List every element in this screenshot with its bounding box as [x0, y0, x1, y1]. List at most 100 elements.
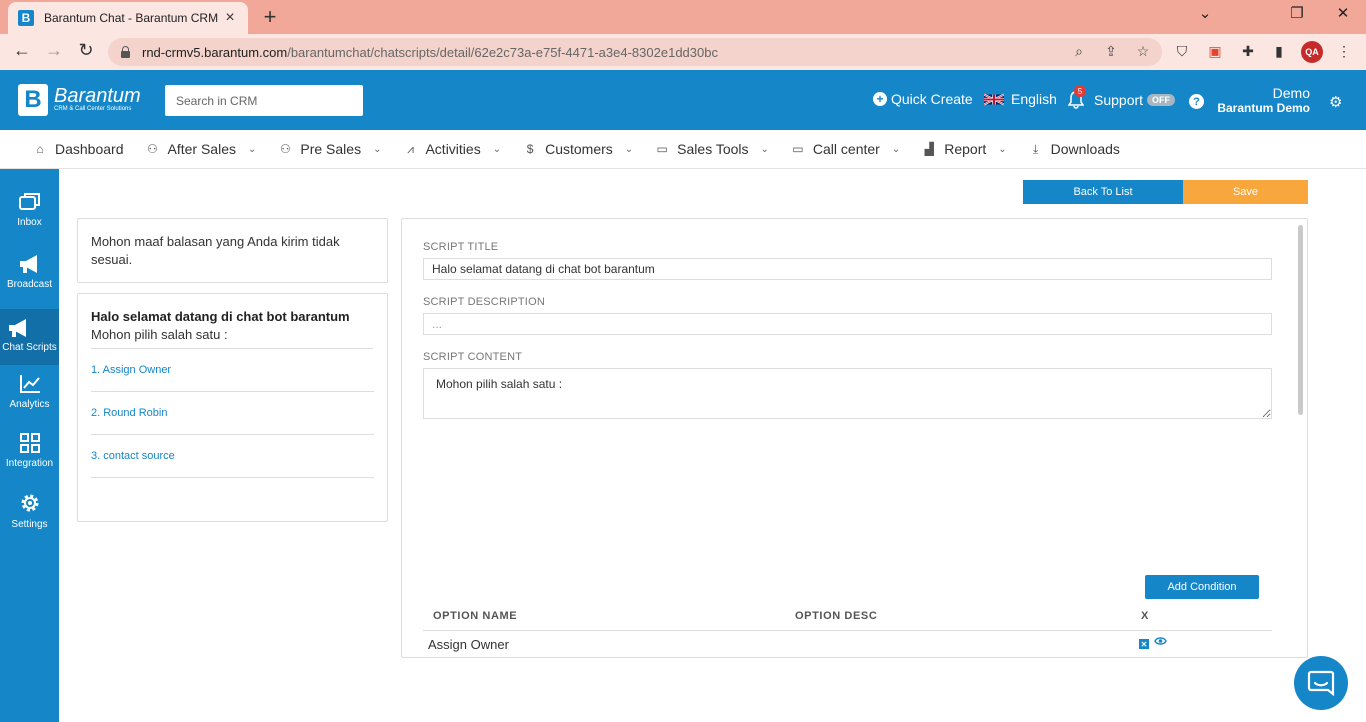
sidebar-item-integration[interactable]: Integration — [0, 432, 59, 480]
menu-customers[interactable]: $ Customers ⌄ — [523, 141, 633, 157]
notification-bell-icon[interactable]: 5 — [1067, 85, 1086, 109]
menu-call-center[interactable]: ▭ Call center ⌄ — [791, 141, 900, 157]
users-icon: ⚇ — [279, 142, 291, 156]
user-menu[interactable]: Demo Barantum Demo — [1217, 85, 1310, 115]
options-table: OPTION NAME OPTION DESC X Assign Owner ✕ — [423, 607, 1272, 657]
gear-icon[interactable]: ⚙ — [1329, 93, 1342, 111]
menu-after-sales[interactable]: ⚇ After Sales ⌄ — [146, 141, 256, 157]
close-icon[interactable]: × — [222, 9, 238, 27]
live-chat-launcher[interactable] — [1294, 656, 1348, 710]
dollar-icon: $ — [526, 142, 534, 156]
url-host: rnd-crmv5.barantum.com — [142, 44, 288, 60]
option-name-cell: Assign Owner — [428, 637, 509, 652]
language-selector[interactable]: English — [984, 91, 1057, 107]
reload-icon[interactable]: ↻ — [74, 40, 98, 61]
main-menu: ⌂ Dashboard ⚇ After Sales ⌄ ⚇ Pre Sales … — [0, 130, 1366, 169]
quick-create-button[interactable]: + Quick Create — [873, 91, 973, 107]
line-chart-icon — [19, 375, 40, 393]
script-preview-title: Halo selamat datang di chat bot barantum — [91, 309, 350, 324]
shield-extension-icon[interactable]: ⛉ — [1172, 41, 1192, 61]
menu-label: Downloads — [1050, 141, 1120, 157]
puzzle-extensions-icon[interactable]: ✚ — [1238, 41, 1258, 61]
script-option-link[interactable]: 2. Round Robin — [91, 392, 374, 435]
new-tab-plus-icon[interactable]: + — [258, 4, 282, 30]
bookmark-star-icon[interactable]: ☆ — [1134, 43, 1152, 60]
support-status-badge: OFF — [1147, 94, 1176, 106]
profile-avatar[interactable]: QA — [1301, 41, 1323, 63]
menu-dashboard[interactable]: ⌂ Dashboard — [33, 141, 123, 157]
script-title-label: SCRIPT TITLE — [423, 241, 499, 253]
support-toggle[interactable]: 5 Support OFF — [1067, 85, 1176, 109]
script-option-link[interactable]: 1. Assign Owner — [91, 349, 374, 392]
megaphone-icon — [19, 255, 37, 273]
script-description-label: SCRIPT DESCRIPTION — [423, 296, 545, 308]
menu-sales-tools[interactable]: ▭ Sales Tools ⌄ — [655, 141, 769, 157]
minimize-chevron-icon[interactable]: ⌄ — [1195, 4, 1215, 22]
script-content-textarea[interactable]: Mohon pilih salah satu : — [423, 368, 1272, 419]
barantum-favicon-icon: B — [18, 10, 34, 26]
quick-create-label: Quick Create — [891, 91, 973, 107]
user-name: Demo — [1272, 85, 1310, 101]
menu-label: After Sales — [167, 141, 236, 157]
sidebar-item-analytics[interactable]: Analytics — [0, 373, 59, 421]
script-preview-prompt: Mohon pilih salah satu : — [91, 326, 373, 349]
megaphone-icon — [9, 319, 26, 337]
notification-count: 5 — [1074, 85, 1086, 97]
url-bar[interactable]: rnd-crmv5.barantum.com/barantumchat/chat… — [108, 38, 1162, 66]
lock-extension-icon[interactable]: ▣ — [1205, 41, 1225, 61]
menu-downloads[interactable]: ⤓ Downloads — [1029, 141, 1120, 157]
script-preview-card: Halo selamat datang di chat bot barantum… — [77, 293, 388, 522]
barantum-logo[interactable]: B Barantum CRM & Call Center Solutions — [18, 84, 141, 116]
sidebar-label: Chat Scripts — [2, 342, 57, 353]
view-eye-icon[interactable] — [1154, 636, 1167, 646]
sidebar-label: Analytics — [9, 399, 50, 410]
sidebar-item-inbox[interactable]: Inbox — [0, 191, 59, 241]
panel-scrollbar[interactable] — [1298, 225, 1303, 415]
delete-option-icon[interactable]: ✕ — [1139, 639, 1149, 649]
script-option-link[interactable]: 3. contact source — [91, 435, 374, 478]
script-title-input[interactable] — [423, 258, 1272, 280]
logo-name: Barantum — [54, 85, 141, 107]
sidepanel-icon[interactable]: ▮ — [1269, 41, 1289, 61]
uk-flag-icon — [984, 93, 1004, 105]
script-description-input[interactable] — [423, 313, 1272, 335]
menu-label: Pre Sales — [300, 141, 362, 157]
menu-report[interactable]: ▟ Report ⌄ — [922, 141, 1007, 157]
share-icon[interactable]: ⇪ — [1102, 43, 1120, 60]
support-label: Support — [1094, 92, 1144, 108]
tab-title: Barantum Chat - Barantum CRM — [44, 11, 219, 25]
sidebar-label: Broadcast — [6, 279, 53, 290]
chevron-down-icon: ⌄ — [373, 143, 382, 155]
menu-activities[interactable]: ⩘ Activities ⌄ — [403, 141, 501, 157]
chevron-down-icon: ⌄ — [998, 143, 1007, 155]
pulse-icon: ⩘ — [407, 141, 414, 156]
menu-label: Customers — [545, 141, 613, 157]
add-condition-button[interactable]: Add Condition — [1145, 575, 1259, 599]
logo-mark-icon: B — [18, 84, 48, 116]
chat-sidebar: Inbox Broadcast Chat Scripts Analytics I… — [0, 169, 59, 722]
table-row: Assign Owner ✕ — [423, 631, 1272, 657]
restore-window-icon[interactable]: ❐ — [1287, 4, 1307, 22]
forward-arrow-icon[interactable]: → — [42, 40, 66, 61]
save-button[interactable]: Save — [1183, 180, 1308, 204]
plus-circle-icon: + — [873, 92, 887, 106]
sidebar-item-broadcast[interactable]: Broadcast — [0, 253, 59, 301]
kebab-menu-icon[interactable]: ⋮ — [1334, 41, 1354, 61]
crm-search-input[interactable] — [165, 85, 363, 116]
sidebar-item-chat-scripts[interactable]: Chat Scripts — [0, 309, 59, 365]
fallback-message-card: Mohon maaf balasan yang Anda kirim tidak… — [77, 218, 388, 283]
column-header-option-desc: OPTION DESC — [795, 610, 878, 622]
chevron-down-icon: ⌄ — [891, 143, 901, 155]
menu-pre-sales[interactable]: ⚇ Pre Sales ⌄ — [278, 141, 381, 157]
browser-tab[interactable]: B Barantum Chat - Barantum CRM × — [8, 2, 248, 34]
chevron-down-icon: ⌄ — [492, 143, 502, 155]
url-path: /barantumchat/chatscripts/detail/62e2c73… — [287, 44, 718, 60]
menu-label: Activities — [425, 141, 481, 157]
back-arrow-icon[interactable]: ← — [10, 40, 34, 61]
zoom-icon[interactable]: ⌕ — [1070, 43, 1088, 60]
column-header-option-name: OPTION NAME — [433, 610, 518, 622]
close-window-icon[interactable]: ✕ — [1333, 4, 1353, 22]
sidebar-item-settings[interactable]: Settings — [0, 491, 59, 539]
back-to-list-button[interactable]: Back To List — [1023, 180, 1183, 204]
help-icon[interactable]: ? — [1189, 94, 1204, 109]
